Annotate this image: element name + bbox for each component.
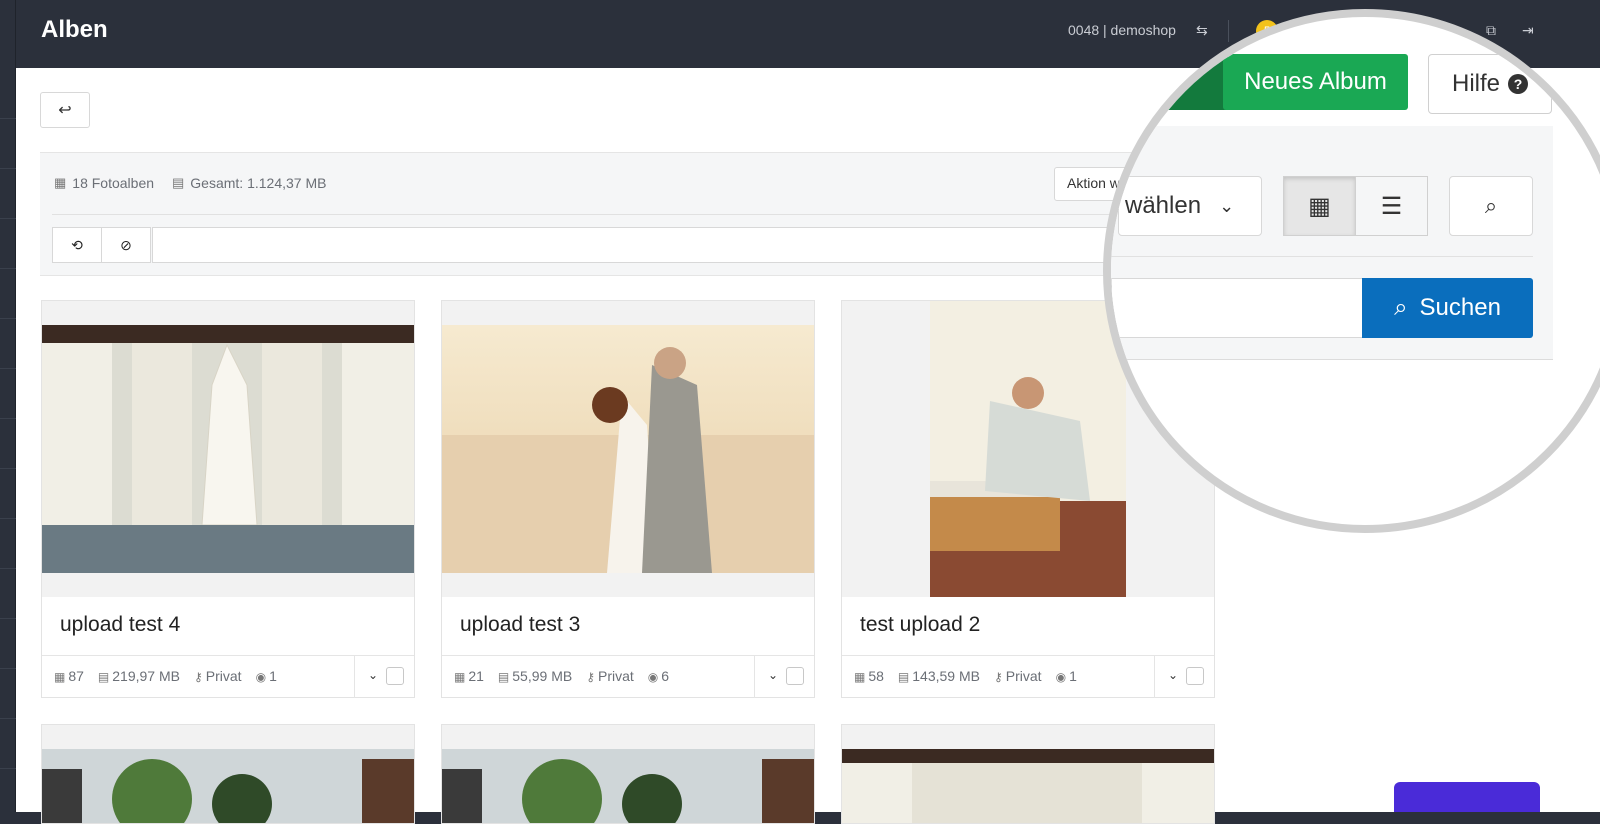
new-album-button[interactable]: Neues Album	[1223, 54, 1408, 110]
chat-widget-button[interactable]	[1394, 782, 1540, 812]
list-icon: ☰	[1380, 192, 1403, 220]
chevron-down-icon[interactable]: ⌄	[768, 668, 778, 682]
album-meta: ▦ 58 ▤ 143,59 MB ⚷ Privat ◉ 1 ⌄	[842, 655, 1214, 698]
album-checkbox[interactable]	[786, 667, 804, 685]
album-meta: ▦ 87 ▤ 219,97 MB ⚷ Privat ◉ 1 ⌄	[42, 655, 414, 698]
album-title[interactable]: test upload 2	[860, 613, 980, 637]
key-icon: ⚷	[993, 670, 1003, 684]
total-size: ▤ Gesamt: 1.124,37 MB	[172, 175, 327, 191]
storage-icon: ▤	[897, 670, 910, 684]
storage-icon: ▤	[97, 670, 110, 684]
key-icon: ⚷	[586, 670, 595, 684]
album-meta: ▦ 21 ▤ 55,99 MB ⚷ Privat ◉ 6 ⌄	[442, 655, 814, 698]
album-title[interactable]: upload test 3	[460, 613, 580, 637]
album-checkbox[interactable]	[1186, 667, 1204, 685]
album-card[interactable]	[41, 724, 415, 824]
question-icon: ?	[1508, 74, 1528, 94]
clear-filter-button[interactable]: ⊘	[101, 227, 151, 263]
curtain-photo	[842, 749, 1214, 823]
storage-icon: ▤	[172, 175, 185, 190]
groom-photo	[930, 301, 1126, 597]
action-select-zoom[interactable]: wählen ⌄	[1118, 176, 1262, 236]
eye-icon: ◉	[1055, 670, 1067, 684]
album-card[interactable]: upload test 4 ▦ 87 ▤ 219,97 MB ⚷ Privat ◉ 1 …	[41, 300, 415, 698]
album-card[interactable]: upload test 3 ▦ 21 ▤ 55,99 MB ⚷ Privat ◉ 6 ⌄	[441, 300, 815, 698]
zoom-magnifier: Neues Album Hilfe ? wählen ⌄ ▦ ☰ ⌕ ⌕ Suc…	[1103, 9, 1600, 533]
album-checkbox[interactable]	[386, 667, 404, 685]
dress-photo	[42, 325, 414, 573]
album-thumbnail[interactable]	[42, 301, 414, 597]
couple-photo	[442, 325, 814, 573]
back-arrow-icon: ↩	[58, 102, 72, 119]
refresh-button[interactable]: ⟲	[52, 227, 102, 263]
album-card[interactable]	[441, 724, 815, 824]
photos-icon: ▦	[454, 670, 466, 684]
list-view-button[interactable]: ☰	[1355, 176, 1428, 236]
trees-photo	[442, 749, 814, 823]
search-icon: ⌕	[1484, 193, 1498, 218]
search-button[interactable]: ⌕ Suchen	[1362, 278, 1533, 338]
chevron-down-icon[interactable]: ⌄	[1168, 668, 1178, 682]
back-button[interactable]: ↩	[40, 92, 90, 128]
page-title: Alben	[41, 16, 108, 43]
photos-icon: ▦	[854, 670, 866, 684]
grid-view-button[interactable]: ▦	[1283, 176, 1356, 236]
left-rail	[0, 0, 16, 812]
albums-icon: ▦	[54, 175, 67, 190]
eye-icon: ◉	[647, 670, 659, 684]
refresh-icon: ⟲	[71, 236, 83, 253]
grid-icon: ▦	[1308, 192, 1331, 220]
trees-photo	[42, 749, 414, 823]
help-button[interactable]: Hilfe ?	[1428, 54, 1552, 114]
search-icon: ⌕	[1394, 294, 1408, 321]
storage-icon: ▤	[497, 670, 510, 684]
key-icon: ⚷	[193, 670, 203, 684]
photos-icon: ▦	[54, 670, 66, 684]
chevron-down-icon[interactable]: ⌄	[368, 668, 378, 682]
search-input-zoom[interactable]	[1111, 278, 1363, 338]
album-count: ▦ 18 Fotoalben	[54, 175, 155, 191]
search-toggle-button[interactable]: ⌕	[1449, 176, 1533, 236]
album-card[interactable]	[841, 724, 1215, 824]
ban-icon: ⊘	[120, 236, 132, 253]
chevron-down-icon: ⌄	[1219, 195, 1235, 216]
album-title[interactable]: upload test 4	[60, 613, 180, 637]
album-thumbnail[interactable]	[442, 301, 814, 597]
eye-icon: ◉	[255, 670, 267, 684]
